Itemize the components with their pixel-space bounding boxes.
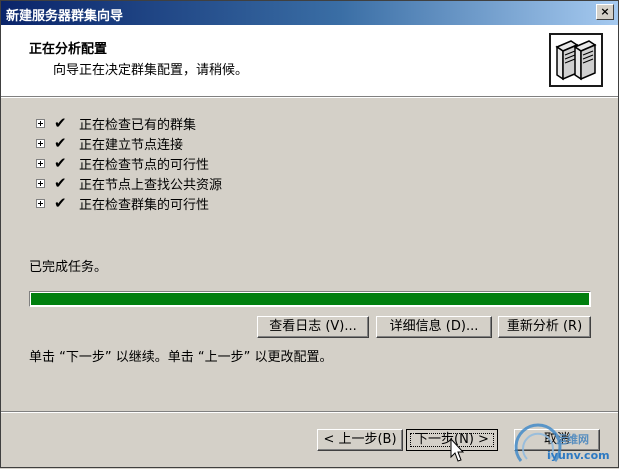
close-icon: × <box>600 5 610 18</box>
details-button[interactable]: 详细信息 (D)... <box>376 316 492 338</box>
expand-icon[interactable] <box>36 158 45 168</box>
checkmark-icon: ✔ <box>54 174 67 192</box>
view-log-label: 查看日志 (V)... <box>269 319 357 334</box>
close-button[interactable]: × <box>596 4 614 20</box>
instruction-text: 单击 “下一步” 以继续。单击 “上一步” 以更改配置。 <box>29 350 333 365</box>
task-row: ✔ 正在节点上查找公共资源 <box>36 173 222 193</box>
expand-icon[interactable] <box>36 178 45 188</box>
progress-fill <box>31 293 589 305</box>
checkmark-icon: ✔ <box>54 114 67 132</box>
task-row: ✔ 正在建立节点连接 <box>36 133 222 153</box>
expand-icon[interactable] <box>36 198 45 208</box>
wizard-window: 新建服务器群集向导 × 正在分析配置 向导正在决定群集配置，请稍候。 ✔ 正在检… <box>0 0 619 468</box>
back-button[interactable]: < 上一步(B) <box>317 429 403 451</box>
task-row: ✔ 正在检查节点的可行性 <box>36 153 222 173</box>
mouse-cursor-icon <box>450 438 464 462</box>
expand-icon[interactable] <box>36 138 45 148</box>
window-title: 新建服务器群集向导 <box>6 9 124 24</box>
view-log-button[interactable]: 查看日志 (V)... <box>257 316 369 338</box>
progress-bar <box>29 291 591 307</box>
reanalyze-label: 重新分析 (R) <box>506 319 583 334</box>
reanalyze-button[interactable]: 重新分析 (R) <box>498 316 591 338</box>
checkmark-icon: ✔ <box>54 134 67 152</box>
task-label: 正在节点上查找公共资源 <box>79 177 223 193</box>
wizard-header: 正在分析配置 向导正在决定群集配置，请稍候。 <box>1 25 618 97</box>
checkmark-icon: ✔ <box>54 194 67 212</box>
expand-icon[interactable] <box>36 118 45 128</box>
task-label: 正在检查群集的可行性 <box>79 197 210 213</box>
watermark-url: iyunv.com <box>547 449 610 462</box>
task-label: 正在建立节点连接 <box>79 137 184 153</box>
title-bar[interactable]: 新建服务器群集向导 × <box>1 1 618 25</box>
status-text: 已完成任务。 <box>29 260 108 275</box>
page-title: 正在分析配置 <box>29 42 108 57</box>
task-label: 正在检查已有的群集 <box>79 117 197 133</box>
back-label: < 上一步(B) <box>323 432 397 447</box>
details-label: 详细信息 (D)... <box>389 319 479 334</box>
task-list: ✔ 正在检查已有的群集 ✔ 正在建立节点连接 ✔ 正在检查节点的可行性 ✔ 正在… <box>36 113 222 213</box>
checkmark-icon: ✔ <box>54 154 67 172</box>
header-divider <box>1 97 618 98</box>
server-cluster-icon <box>549 33 603 87</box>
watermark-text: 运维网 <box>556 433 589 446</box>
task-row: ✔ 正在检查已有的群集 <box>36 113 222 133</box>
task-label: 正在检查节点的可行性 <box>79 157 210 173</box>
page-subtitle: 向导正在决定群集配置，请稍候。 <box>53 63 249 78</box>
task-row: ✔ 正在检查群集的可行性 <box>36 193 222 213</box>
